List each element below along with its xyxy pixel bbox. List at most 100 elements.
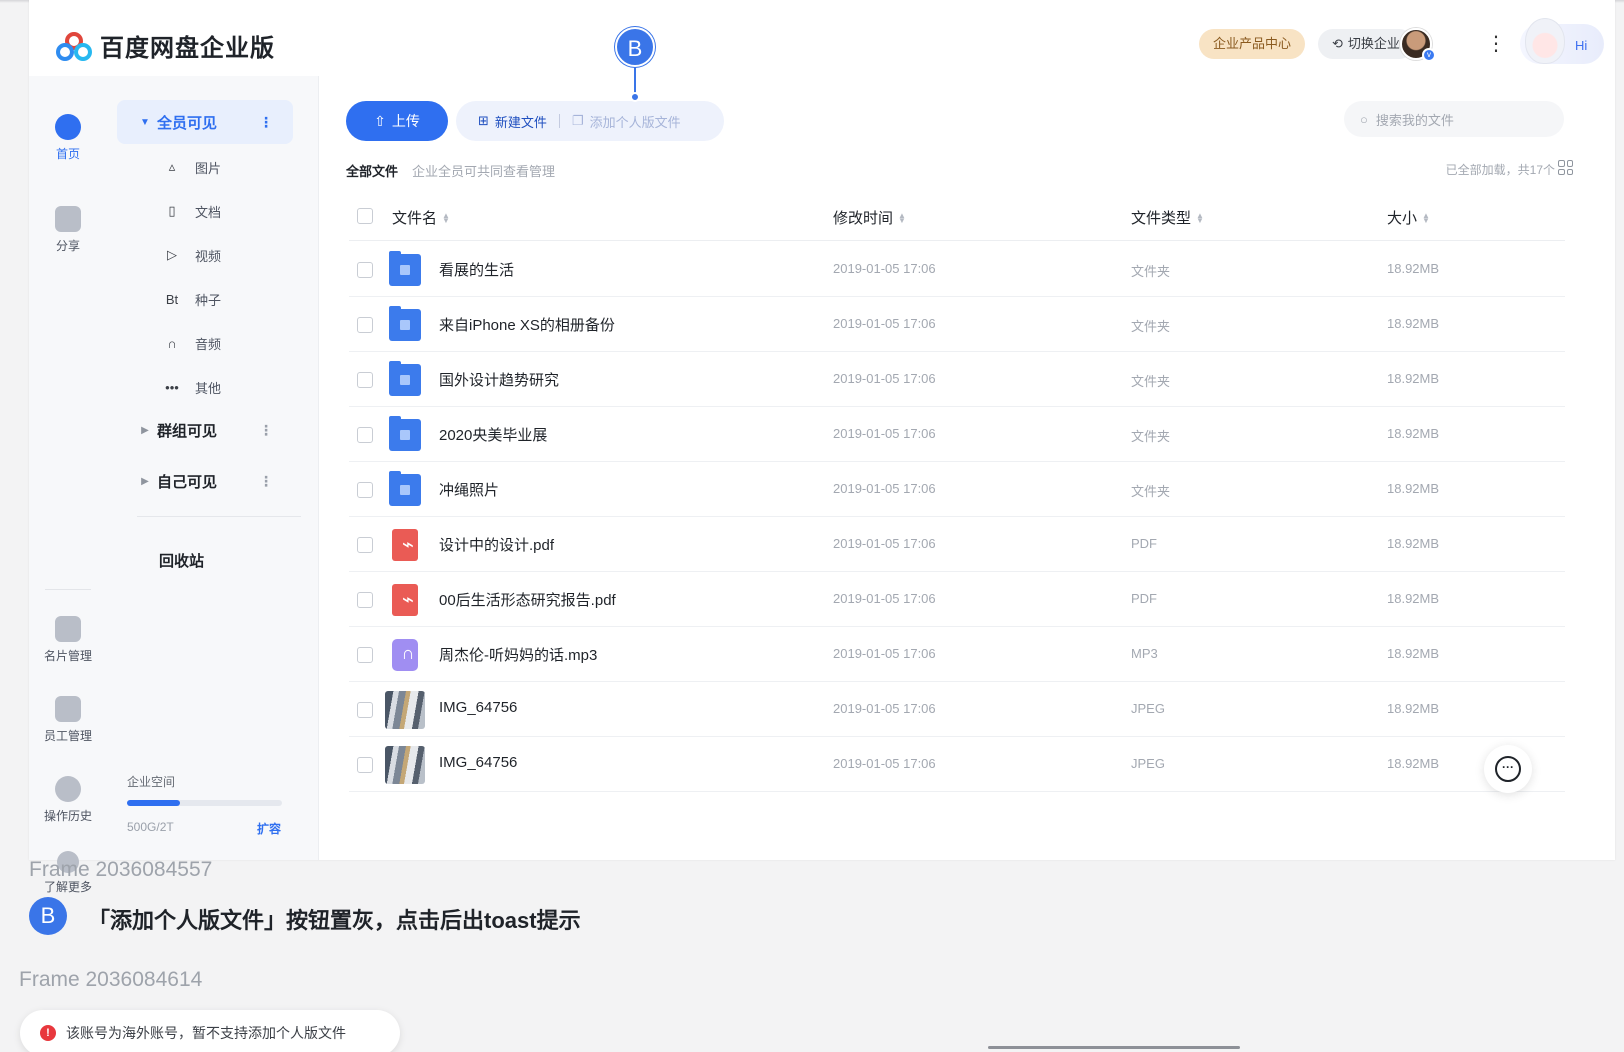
table-row[interactable]: IMG_64756 2019-01-05 17:06 JPEG 18.92MB bbox=[349, 682, 1565, 737]
subnav-item-docs[interactable]: ▯ 文档 bbox=[157, 196, 287, 226]
file-size: 18.92MB bbox=[1387, 646, 1440, 661]
caret-right-icon: ▶ bbox=[141, 424, 149, 436]
file-name[interactable]: 来自iPhone XS的相册备份 bbox=[439, 314, 615, 335]
row-checkbox[interactable] bbox=[357, 482, 373, 498]
file-size: 18.92MB bbox=[1387, 481, 1440, 496]
top-bar: 百度网盘企业版 企业产品中心 ⟲ 切换企业 bbox=[29, 0, 1615, 76]
space-label: 企业空间 bbox=[127, 775, 176, 789]
search-icon: ○ bbox=[1360, 111, 1368, 127]
subnav-divider bbox=[137, 516, 301, 517]
rail-label: 首页 bbox=[55, 147, 80, 161]
subnav-item-other[interactable]: ••• 其他 bbox=[157, 372, 287, 402]
sort-icon: ▲ ▼ bbox=[898, 210, 906, 225]
file-name[interactable]: 国外设计趋势研究 bbox=[439, 369, 559, 390]
table-row[interactable]: IMG_64756 2019-01-05 17:06 JPEG 18.92MB bbox=[349, 737, 1565, 792]
group-label: 自己可见 bbox=[157, 473, 218, 491]
row-checkbox[interactable] bbox=[357, 702, 373, 718]
table-row[interactable]: 冲绳照片 2019-01-05 17:06 文件夹 18.92MB bbox=[349, 462, 1565, 517]
subnav-item-audio[interactable]: ∩ 音频 bbox=[157, 328, 287, 358]
group-all-visible[interactable]: ▼ 全员可见 ⋮ bbox=[117, 100, 293, 144]
group-group-visible[interactable]: ▶ 群组可见 ⋮ bbox=[117, 408, 293, 452]
table-row[interactable]: 设计中的设计.pdf 2019-01-05 17:06 PDF 18.92MB bbox=[349, 517, 1565, 572]
more-vertical-icon[interactable]: ⋮ bbox=[1486, 34, 1506, 54]
button-divider bbox=[558, 114, 560, 128]
row-checkbox[interactable] bbox=[357, 262, 373, 278]
group-self-visible[interactable]: ▶ 自己可见 ⋮ bbox=[117, 459, 293, 503]
table-row[interactable]: 来自iPhone XS的相册备份 2019-01-05 17:06 文件夹 18… bbox=[349, 297, 1565, 352]
product-center-button[interactable]: 企业产品中心 bbox=[1199, 29, 1306, 59]
header-type[interactable]: 文件类型 ▲ ▼ bbox=[1131, 207, 1204, 228]
file-actions-group: ⊞ 新建文件 ❐ 添加个人版文件 bbox=[456, 101, 724, 141]
toast-message: 该账号为海外账号，暂不支持添加个人版文件 bbox=[66, 1025, 346, 1041]
rail-item-history[interactable]: 操作历史 bbox=[29, 776, 107, 824]
subnav-label: 图片 bbox=[195, 160, 222, 176]
search-placeholder: 搜索我的文件 bbox=[1375, 112, 1454, 128]
more-icon[interactable]: ⋮ bbox=[259, 423, 273, 437]
breadcrumb-title[interactable]: 全部文件 bbox=[346, 161, 398, 180]
file-name[interactable]: 2020央美毕业展 bbox=[439, 424, 547, 445]
file-time: 2019-01-05 17:06 bbox=[833, 756, 936, 771]
select-all-checkbox[interactable] bbox=[357, 208, 373, 224]
table-row[interactable]: 国外设计趋势研究 2019-01-05 17:06 文件夹 18.92MB bbox=[349, 352, 1565, 407]
row-checkbox[interactable] bbox=[357, 757, 373, 773]
assistant-mascot-icon bbox=[1525, 18, 1565, 64]
row-checkbox[interactable] bbox=[357, 647, 373, 663]
file-size: 18.92MB bbox=[1387, 591, 1440, 606]
card-icon bbox=[55, 616, 81, 642]
table-row[interactable]: 00后生活形态研究报告.pdf 2019-01-05 17:06 PDF 18.… bbox=[349, 572, 1565, 627]
upload-icon: ⇧ bbox=[374, 112, 386, 129]
expand-button[interactable]: 扩容 bbox=[257, 820, 281, 837]
row-checkbox[interactable] bbox=[357, 427, 373, 443]
rail-item-home[interactable]: 首页 bbox=[29, 114, 107, 162]
rail-nav: 首页 分享 名片管理 员工管理 操作历史 了解更多 bbox=[29, 76, 107, 894]
file-type: JPEG bbox=[1131, 701, 1165, 716]
file-name[interactable]: 周杰伦-听妈妈的话.mp3 bbox=[439, 644, 597, 665]
group-label: 全员可见 bbox=[157, 114, 218, 132]
row-checkbox[interactable] bbox=[357, 317, 373, 333]
add-personal-file-button[interactable]: ❐ 添加个人版文件 bbox=[572, 112, 681, 131]
header-size[interactable]: 大小 ▲ ▼ bbox=[1387, 207, 1430, 228]
file-name[interactable]: 看展的生活 bbox=[439, 259, 514, 280]
file-name[interactable]: 冲绳照片 bbox=[439, 479, 499, 500]
header-time[interactable]: 修改时间 ▲ ▼ bbox=[833, 207, 906, 228]
chat-float-button[interactable]: ··· bbox=[1484, 745, 1532, 793]
header-name[interactable]: 文件名 ▲ ▼ bbox=[392, 207, 450, 228]
search-input[interactable]: ○ 搜索我的文件 bbox=[1344, 101, 1564, 137]
file-name[interactable]: IMG_64756 bbox=[439, 754, 517, 771]
toast: ! 该账号为海外账号，暂不支持添加个人版文件 bbox=[20, 1010, 400, 1052]
rail-item-card[interactable]: 名片管理 bbox=[29, 616, 107, 664]
file-type: 文件夹 bbox=[1131, 484, 1171, 499]
rail-label: 了解更多 bbox=[43, 880, 92, 894]
more-icon[interactable]: ⋮ bbox=[259, 115, 273, 129]
new-file-button[interactable]: ⊞ 新建文件 bbox=[456, 112, 547, 131]
subnav-item-video[interactable]: ▷ 视频 bbox=[157, 240, 287, 270]
rail-divider bbox=[45, 589, 91, 590]
subnav-item-images[interactable]: ▵ 图片 bbox=[157, 152, 287, 182]
grid-view-icon[interactable] bbox=[1558, 160, 1573, 175]
row-checkbox[interactable] bbox=[357, 537, 373, 553]
file-time: 2019-01-05 17:06 bbox=[833, 371, 936, 386]
file-time: 2019-01-05 17:06 bbox=[833, 646, 936, 661]
logo[interactable]: 百度网盘企业版 bbox=[54, 28, 275, 63]
subnav-item-torrent[interactable]: Bt 种子 bbox=[157, 284, 287, 314]
row-checkbox[interactable] bbox=[357, 592, 373, 608]
more-icon[interactable]: ⋮ bbox=[259, 474, 273, 488]
rail-item-share[interactable]: 分享 bbox=[29, 206, 107, 254]
file-name[interactable]: IMG_64756 bbox=[439, 699, 517, 716]
file-type: PDF bbox=[1131, 591, 1157, 606]
space-value: 500G/2T bbox=[127, 820, 174, 834]
file-name[interactable]: 设计中的设计.pdf bbox=[439, 534, 554, 555]
table-row[interactable]: 2020央美毕业展 2019-01-05 17:06 文件夹 18.92MB bbox=[349, 407, 1565, 462]
document-icon: ▯ bbox=[168, 203, 176, 218]
subnav-label: 其他 bbox=[195, 380, 222, 396]
chat-bubble-icon: ··· bbox=[1495, 756, 1521, 782]
row-checkbox[interactable] bbox=[357, 372, 373, 388]
recycle-bin[interactable]: 回收站 bbox=[159, 550, 204, 571]
scrollbar[interactable] bbox=[988, 1046, 1240, 1049]
rail-item-staff[interactable]: 员工管理 bbox=[29, 696, 107, 744]
table-row[interactable]: 周杰伦-听妈妈的话.mp3 2019-01-05 17:06 MP3 18.92… bbox=[349, 627, 1565, 682]
file-name[interactable]: 00后生活形态研究报告.pdf bbox=[439, 589, 616, 610]
upload-button[interactable]: ⇧ 上传 bbox=[346, 101, 448, 141]
table-row[interactable]: 看展的生活 2019-01-05 17:06 文件夹 18.92MB bbox=[349, 242, 1565, 297]
table-header: 文件名 ▲ ▼ 修改时间 ▲ ▼ 文件类型 ▲ ▼ 大小 ▲ ▼ bbox=[349, 193, 1565, 241]
